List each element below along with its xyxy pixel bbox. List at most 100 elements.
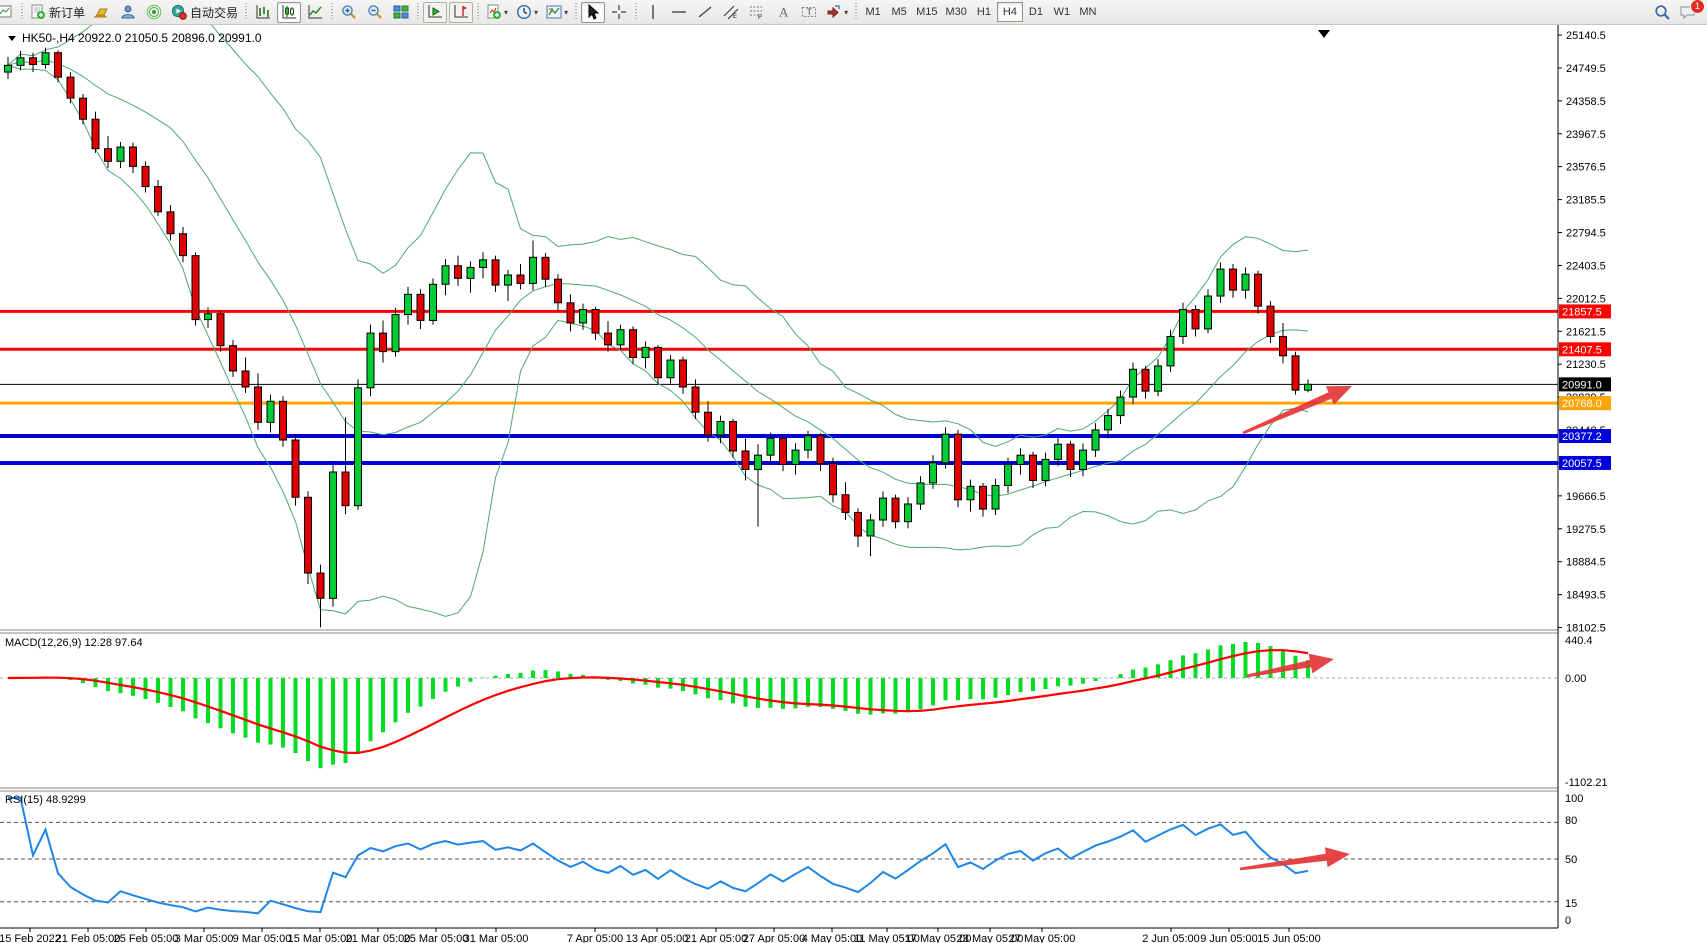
toolbar-separator — [244, 3, 248, 21]
chart-shift-button[interactable] — [449, 2, 473, 23]
zoom-out-button[interactable] — [363, 2, 387, 23]
timeframe-button-d1[interactable]: D1 — [1023, 2, 1049, 22]
svg-text:9 Jun 05:00: 9 Jun 05:00 — [1200, 933, 1258, 943]
autotrading-button[interactable]: 自动交易 — [168, 2, 241, 23]
timeframe-button-m1[interactable]: M1 — [860, 2, 886, 22]
toolbar-separator — [634, 3, 638, 21]
signals-button[interactable] — [142, 2, 166, 23]
candles-chart-icon — [281, 4, 297, 20]
timeframe-button-h1[interactable]: H1 — [971, 2, 997, 22]
svg-text:18102.5: 18102.5 — [1566, 623, 1606, 635]
svg-text:22794.5: 22794.5 — [1566, 228, 1606, 240]
signal-icon — [146, 4, 162, 20]
fibo-icon: F — [749, 4, 765, 20]
vline-button[interactable] — [641, 2, 665, 23]
arrows-icon — [826, 4, 842, 20]
svg-text:23967.5: 23967.5 — [1566, 129, 1606, 141]
hline-button[interactable] — [667, 2, 691, 23]
channel-button[interactable]: E — [719, 2, 743, 23]
svg-text:25 Feb 05:00: 25 Feb 05:00 — [114, 933, 179, 943]
line-chart-button[interactable] — [303, 2, 327, 23]
svg-text:23185.5: 23185.5 — [1566, 195, 1606, 207]
chart-shift-icon — [453, 4, 469, 20]
svg-text:50: 50 — [1565, 854, 1577, 866]
notifications-button[interactable]: 1 — [1676, 2, 1700, 23]
autotrade-icon — [171, 4, 187, 20]
text-a-icon: A — [775, 4, 791, 20]
svg-text:21621.5: 21621.5 — [1566, 326, 1606, 338]
svg-text:21857.5: 21857.5 — [1562, 306, 1602, 318]
new-chart-button[interactable] — [0, 2, 17, 23]
svg-text:20377.2: 20377.2 — [1562, 431, 1602, 443]
text-label-icon: T — [801, 4, 817, 20]
text-button[interactable]: A — [771, 2, 795, 23]
new-order-button[interactable]: 新订单 — [27, 2, 88, 23]
svg-text:80: 80 — [1565, 815, 1577, 827]
timeframe-button-w1[interactable]: W1 — [1049, 2, 1075, 22]
svg-text:13 Apr 05:00: 13 Apr 05:00 — [626, 933, 688, 943]
svg-text:31 Mar 05:00: 31 Mar 05:00 — [464, 933, 529, 943]
templates-button[interactable]: ▾ — [543, 2, 571, 23]
svg-text:20991.0: 20991.0 — [1562, 379, 1602, 391]
toolbar-separator — [476, 3, 480, 21]
community-button[interactable] — [116, 2, 140, 23]
svg-text:-1102.21: -1102.21 — [1565, 777, 1608, 789]
svg-text:0.00: 0.00 — [1565, 673, 1586, 685]
periods-button[interactable]: ▾ — [513, 2, 541, 23]
bar-chart-button[interactable] — [251, 2, 275, 23]
toolbar-separator — [330, 3, 334, 21]
trendline-button[interactable] — [693, 2, 717, 23]
svg-text:18884.5: 18884.5 — [1566, 557, 1606, 569]
toolbar-right-group: 1 — [1649, 2, 1707, 23]
fibo-button[interactable]: F — [745, 2, 769, 23]
crosshair-button[interactable] — [607, 2, 631, 23]
svg-text:20768.0: 20768.0 — [1562, 398, 1602, 410]
auto-scroll-button[interactable] — [423, 2, 447, 23]
timeframe-button-m5[interactable]: M5 — [886, 2, 912, 22]
auto-scroll-icon — [427, 4, 443, 20]
toolbar-separator — [20, 3, 24, 21]
label-button[interactable]: T — [797, 2, 821, 23]
indicators-button[interactable]: ▾ — [483, 2, 511, 23]
notification-badge: 1 — [1690, 0, 1705, 14]
channel-icon: E — [723, 4, 739, 20]
autotrading-button-label: 自动交易 — [190, 4, 238, 21]
timeframe-button-mn[interactable]: MN — [1075, 2, 1101, 22]
indicator-add-icon — [486, 4, 502, 20]
candle-chart-button[interactable] — [277, 2, 301, 23]
svg-text:24358.5: 24358.5 — [1566, 96, 1606, 108]
template-icon — [546, 4, 562, 20]
svg-text:25140.5: 25140.5 — [1566, 30, 1606, 42]
cursor-button[interactable] — [581, 2, 605, 23]
trendline-icon — [697, 4, 713, 20]
svg-text:15 Mar 05:00: 15 Mar 05:00 — [288, 933, 353, 943]
gold-button[interactable] — [90, 2, 114, 23]
arrows-button[interactable]: ▾ — [823, 2, 851, 23]
svg-text:22012.5: 22012.5 — [1566, 293, 1606, 305]
tile-windows-button[interactable] — [389, 2, 413, 23]
svg-text:19275.5: 19275.5 — [1566, 524, 1606, 536]
zoom-in-button[interactable] — [337, 2, 361, 23]
macd-label: MACD(12,26,9) 12.28 97.64 — [5, 637, 143, 649]
chevron-down-icon: ▾ — [504, 8, 508, 17]
tile-windows-icon — [393, 4, 409, 20]
svg-text:25 Mar 05:00: 25 Mar 05:00 — [404, 933, 469, 943]
svg-text:15: 15 — [1565, 898, 1577, 910]
search-button[interactable] — [1650, 2, 1674, 23]
bars-chart-icon — [255, 4, 271, 20]
clock-icon — [516, 4, 532, 20]
doc-plus-icon — [30, 4, 46, 20]
line-chart-icon — [307, 4, 323, 20]
timeframe-button-m30[interactable]: M30 — [942, 2, 971, 22]
chart-new-icon — [0, 4, 13, 20]
svg-text:7 Apr 05:00: 7 Apr 05:00 — [567, 933, 623, 943]
zoom-out-icon — [367, 4, 383, 20]
chevron-down-icon: ▾ — [564, 8, 568, 17]
svg-text:27 Apr 05:00: 27 Apr 05:00 — [743, 933, 805, 943]
svg-text:19666.5: 19666.5 — [1566, 491, 1606, 503]
chart-window[interactable]: 25140.524749.524358.523967.523576.523185… — [0, 0, 1707, 943]
svg-text:A: A — [779, 5, 789, 20]
timeframe-button-h4[interactable]: H4 — [997, 2, 1023, 22]
symbol-title: HK50-,H4 20922.0 21050.5 20896.0 20991.0 — [22, 31, 262, 45]
timeframe-button-m15[interactable]: M15 — [912, 2, 941, 22]
